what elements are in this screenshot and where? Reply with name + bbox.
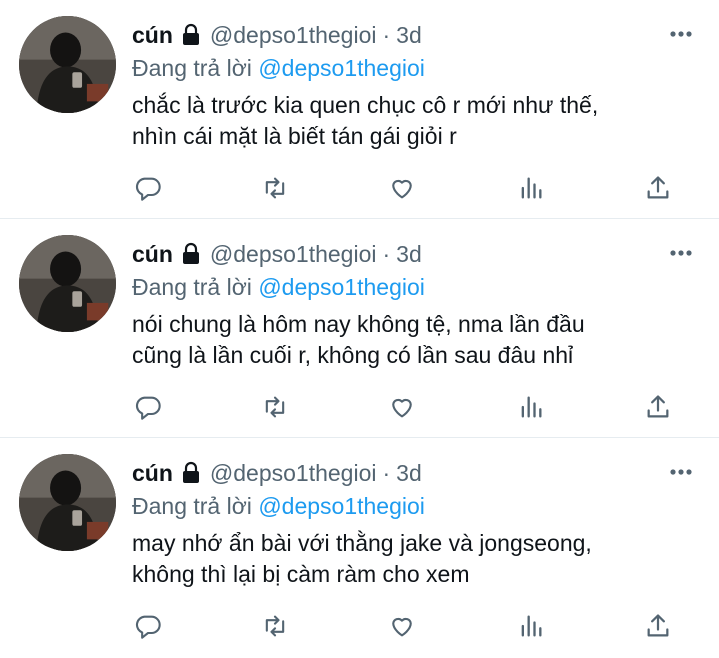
like-icon[interactable]	[386, 391, 418, 423]
tweet-text: may nhớ ẩn bài với thằng jake và jongseo…	[132, 528, 692, 590]
replying-to: Đang trả lời @depso1thegioi	[132, 272, 425, 302]
tweet-header: cún @depso1thegioi · 3d	[132, 239, 422, 269]
tweet[interactable]: cún @depso1thegioi · 3d Đang trả lời @de…	[0, 438, 719, 657]
avatar[interactable]	[19, 16, 116, 113]
tweet-actions	[0, 391, 719, 423]
separator-dot: ·	[382, 22, 391, 48]
like-icon[interactable]	[386, 610, 418, 642]
tweet-header: cún @depso1thegioi · 3d	[132, 458, 422, 488]
replying-to: Đang trả lời @depso1thegioi	[132, 53, 425, 83]
display-name[interactable]: cún	[132, 458, 173, 488]
tweet[interactable]: cún @depso1thegioi · 3d Đang trả lời @de…	[0, 219, 719, 438]
mention-link[interactable]: @depso1thegioi	[258, 55, 425, 81]
tweet-text-line: nhìn cái mặt là biết tán gái giỏi r	[132, 123, 457, 149]
like-icon[interactable]	[386, 172, 418, 204]
replying-to-label: Đang trả lời	[132, 493, 252, 519]
tweet[interactable]: cún @depso1thegioi · 3d Đang trả lời @de…	[0, 0, 719, 219]
tweet-text: nói chung là hôm nay không tệ, nma lần đ…	[132, 309, 692, 371]
share-icon[interactable]	[642, 172, 674, 204]
reply-icon[interactable]	[132, 391, 164, 423]
reply-icon[interactable]	[132, 610, 164, 642]
user-handle[interactable]: @depso1thegioi	[210, 20, 377, 50]
mention-link[interactable]: @depso1thegioi	[258, 493, 425, 519]
reply-feed: cún @depso1thegioi · 3d Đang trả lời @de…	[0, 0, 719, 658]
tweet-header: cún @depso1thegioi · 3d	[132, 20, 422, 50]
mention-link[interactable]: @depso1thegioi	[258, 274, 425, 300]
more-icon[interactable]	[666, 22, 696, 46]
lock-icon	[179, 23, 203, 47]
avatar[interactable]	[19, 454, 116, 551]
user-handle[interactable]: @depso1thegioi	[210, 458, 377, 488]
tweet-actions	[0, 610, 719, 642]
lock-icon	[179, 242, 203, 266]
reply-icon[interactable]	[132, 172, 164, 204]
tweet-text-line: nói chung là hôm nay không tệ, nma lần đ…	[132, 311, 585, 337]
avatar-photo	[19, 454, 116, 551]
analytics-icon[interactable]	[515, 391, 547, 423]
separator-dot: ·	[382, 241, 391, 267]
tweet-text-line: chắc là trước kia quen chục cô r mới như…	[132, 92, 599, 118]
tweet-text: chắc là trước kia quen chục cô r mới như…	[132, 90, 692, 152]
analytics-icon[interactable]	[515, 172, 547, 204]
separator-dot: ·	[382, 460, 391, 486]
timestamp[interactable]: 3d	[396, 458, 422, 488]
retweet-icon[interactable]	[259, 172, 291, 204]
share-icon[interactable]	[642, 391, 674, 423]
replying-to-label: Đang trả lời	[132, 55, 252, 81]
avatar-photo	[19, 16, 116, 113]
replying-to-label: Đang trả lời	[132, 274, 252, 300]
retweet-icon[interactable]	[259, 610, 291, 642]
display-name[interactable]: cún	[132, 239, 173, 269]
tweet-text-line: may nhớ ẩn bài với thằng jake và jongseo…	[132, 530, 592, 556]
analytics-icon[interactable]	[515, 610, 547, 642]
replying-to: Đang trả lời @depso1thegioi	[132, 491, 425, 521]
tweet-text-line: không thì lại bị càm ràm cho xem	[132, 561, 470, 587]
display-name[interactable]: cún	[132, 20, 173, 50]
tweet-text-line: cũng là lần cuối r, không có lần sau đâu…	[132, 342, 574, 368]
timestamp[interactable]: 3d	[396, 20, 422, 50]
more-icon[interactable]	[666, 460, 696, 484]
tweet-actions	[0, 172, 719, 204]
more-icon[interactable]	[666, 241, 696, 265]
user-handle[interactable]: @depso1thegioi	[210, 239, 377, 269]
lock-icon	[179, 461, 203, 485]
retweet-icon[interactable]	[259, 391, 291, 423]
avatar[interactable]	[19, 235, 116, 332]
timestamp[interactable]: 3d	[396, 239, 422, 269]
share-icon[interactable]	[642, 610, 674, 642]
avatar-photo	[19, 235, 116, 332]
